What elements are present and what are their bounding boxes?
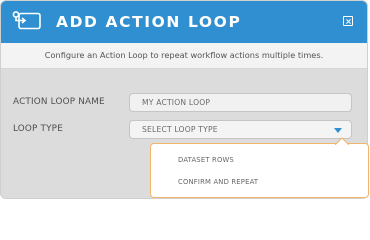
loop-icon (12, 11, 41, 30)
close-icon (345, 18, 351, 24)
close-button[interactable] (343, 16, 353, 26)
menu-item-dataset-rows[interactable]: DATASET ROWS (178, 156, 234, 164)
dialog-header: ADD ACTION LOOP (1, 1, 367, 43)
dialog-title: ADD ACTION LOOP (56, 13, 242, 31)
dialog-description: Configure an Action Loop to repeat workf… (1, 43, 367, 69)
loop-type-label: LOOP TYPE (13, 124, 63, 134)
menu-item-confirm-and-repeat[interactable]: CONFIRM AND REPEAT (178, 178, 258, 186)
chevron-down-icon[interactable] (329, 124, 347, 137)
loop-type-placeholder: SELECT LOOP TYPE (142, 125, 218, 134)
action-loop-name-label: ACTION LOOP NAME (13, 97, 105, 107)
action-loop-name-value: MY ACTION LOOP (142, 98, 211, 107)
loop-type-dropdown-menu: DATASET ROWS CONFIRM AND REPEAT (150, 137, 369, 198)
action-loop-name-input[interactable]: MY ACTION LOOP (129, 93, 352, 112)
dropdown-caret (335, 137, 349, 145)
loop-type-select[interactable]: SELECT LOOP TYPE (129, 120, 352, 139)
